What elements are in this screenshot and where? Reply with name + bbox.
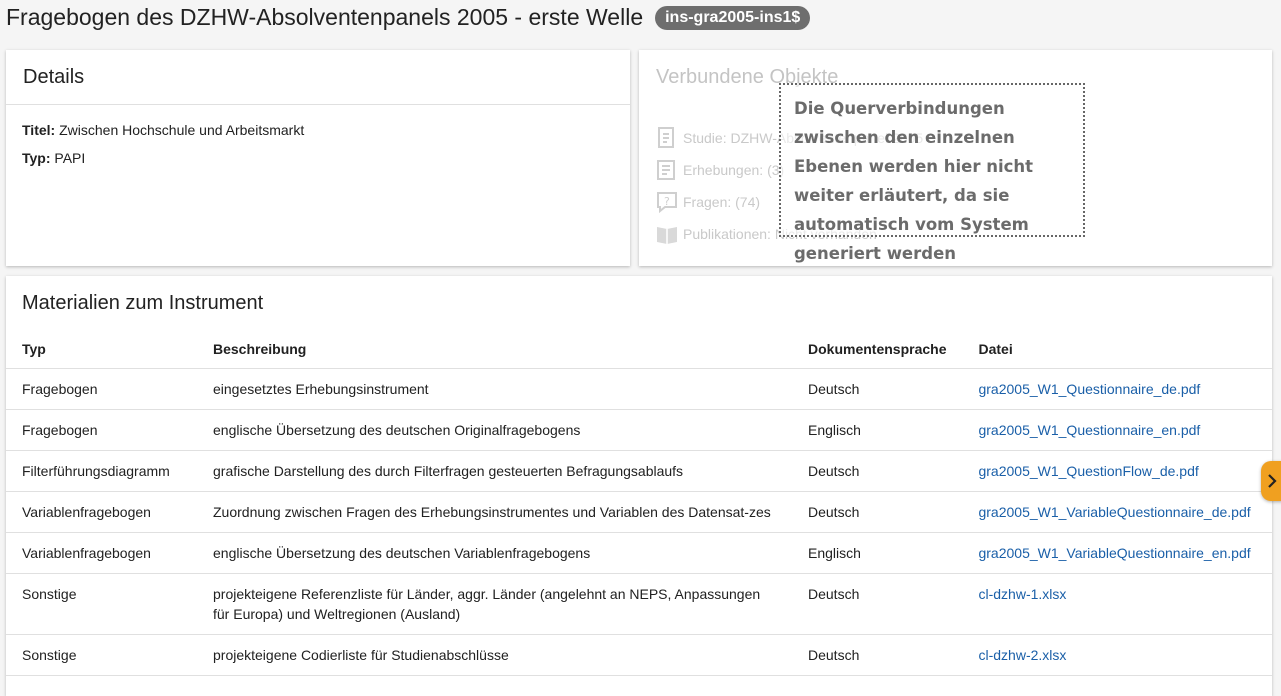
table-row: Variablenfragebogen Zuordnung zwischen F… [6, 491, 1272, 533]
svg-text:?: ? [664, 195, 670, 208]
materials-table: Typ Beschreibung Dokumentensprache Datei… [6, 330, 1272, 676]
cell-description: englische Übersetzung des deutschen Orig… [197, 409, 792, 451]
details-title-row: Titel: Zwischen Hochschule und Arbeitsma… [22, 122, 614, 138]
page-title: Fragebogen des DZHW-Absolventenpanels 20… [6, 4, 811, 31]
cell-description: eingesetztes Erhebungsinstrument [197, 368, 792, 410]
linked-item-label: Erhebungen: (3) [683, 162, 785, 178]
details-card: Details Titel: Zwischen Hochschule und A… [6, 50, 630, 266]
column-header-beschreibung: Beschreibung [197, 330, 792, 369]
table-row: Variablenfragebogen englische Übersetzun… [6, 532, 1272, 574]
cell-language: Deutsch [792, 368, 963, 410]
file-link[interactable]: gra2005_W1_VariableQuestionnaire_en.pdf [962, 532, 1272, 574]
file-link[interactable]: gra2005_W1_Questionnaire_en.pdf [962, 409, 1272, 451]
cell-typ: Fragebogen [6, 409, 197, 451]
cell-typ: Sonstige [6, 573, 197, 635]
study-icon [658, 127, 674, 148]
file-link[interactable]: gra2005_W1_Questionnaire_de.pdf [962, 368, 1272, 410]
cell-language: Englisch [792, 532, 963, 574]
details-title-value: Zwischen Hochschule und Arbeitsmarkt [59, 122, 305, 138]
cell-description: projekteigene Referenzliste für Länder, … [197, 573, 792, 635]
cell-description: projekteigene Codierliste für Studienabs… [197, 634, 792, 676]
page-title-text: Fragebogen des DZHW-Absolventenpanels 20… [6, 4, 644, 30]
cell-typ: Fragebogen [6, 368, 197, 410]
cell-language: Deutsch [792, 634, 963, 676]
cell-language: Deutsch [792, 450, 963, 492]
details-type-value: PAPI [54, 150, 86, 166]
cell-typ: Variablenfragebogen [6, 532, 197, 574]
cell-language: Deutsch [792, 573, 963, 635]
chevron-right-icon [1268, 474, 1277, 488]
question-icon: ? [657, 192, 677, 214]
details-header: Details [6, 50, 630, 105]
details-type-row: Typ: PAPI [22, 150, 614, 166]
column-header-sprache: Dokumentensprache [792, 330, 963, 369]
table-header-row: Typ Beschreibung Dokumentensprache Datei [6, 330, 1272, 369]
cell-language: Deutsch [792, 491, 963, 533]
table-row: Fragebogen eingesetztes Erhebungsinstrum… [6, 368, 1272, 410]
file-link[interactable]: gra2005_W1_VariableQuestionnaire_de.pdf [962, 491, 1272, 533]
materials-header: Materialien zum Instrument [22, 292, 264, 314]
file-link[interactable]: cl-dzhw-1.xlsx [962, 573, 1272, 635]
details-type-label: Typ: [22, 150, 51, 166]
file-link[interactable]: cl-dzhw-2.xlsx [962, 634, 1272, 676]
side-panel-toggle[interactable] [1261, 461, 1281, 501]
cell-description: grafische Darstellung des durch Filterfr… [197, 450, 792, 492]
cell-description: englische Übersetzung des deutschen Vari… [197, 532, 792, 574]
table-row: Sonstige projekteigene Referenzliste für… [6, 573, 1272, 635]
cell-typ: Variablenfragebogen [6, 491, 197, 533]
column-header-datei: Datei [962, 330, 1272, 369]
book-icon [657, 227, 677, 244]
table-row: Fragebogen englische Übersetzung des deu… [6, 409, 1272, 451]
id-badge: ins-gra2005-ins1$ [655, 5, 811, 30]
table-row: Filterführungsdiagramm grafische Darstel… [6, 450, 1272, 492]
cell-typ: Sonstige [6, 634, 197, 676]
annotation-callout: Die Querverbindungen zwischen den einzel… [779, 83, 1085, 263]
table-row: Sonstige projekteigene Codierliste für S… [6, 634, 1272, 676]
survey-icon [657, 160, 675, 180]
details-title-label: Titel: [22, 122, 56, 138]
file-link[interactable]: gra2005_W1_QuestionFlow_de.pdf [962, 450, 1272, 492]
cell-language: Englisch [792, 409, 963, 451]
materials-card: Materialien zum Instrument Typ Beschreib… [6, 276, 1272, 696]
linked-item-label: Fragen: (74) [683, 194, 761, 210]
cell-typ: Filterführungsdiagramm [6, 450, 197, 492]
column-header-typ: Typ [6, 330, 197, 369]
cell-description: Zuordnung zwischen Fragen des Erhebungsi… [197, 491, 792, 533]
